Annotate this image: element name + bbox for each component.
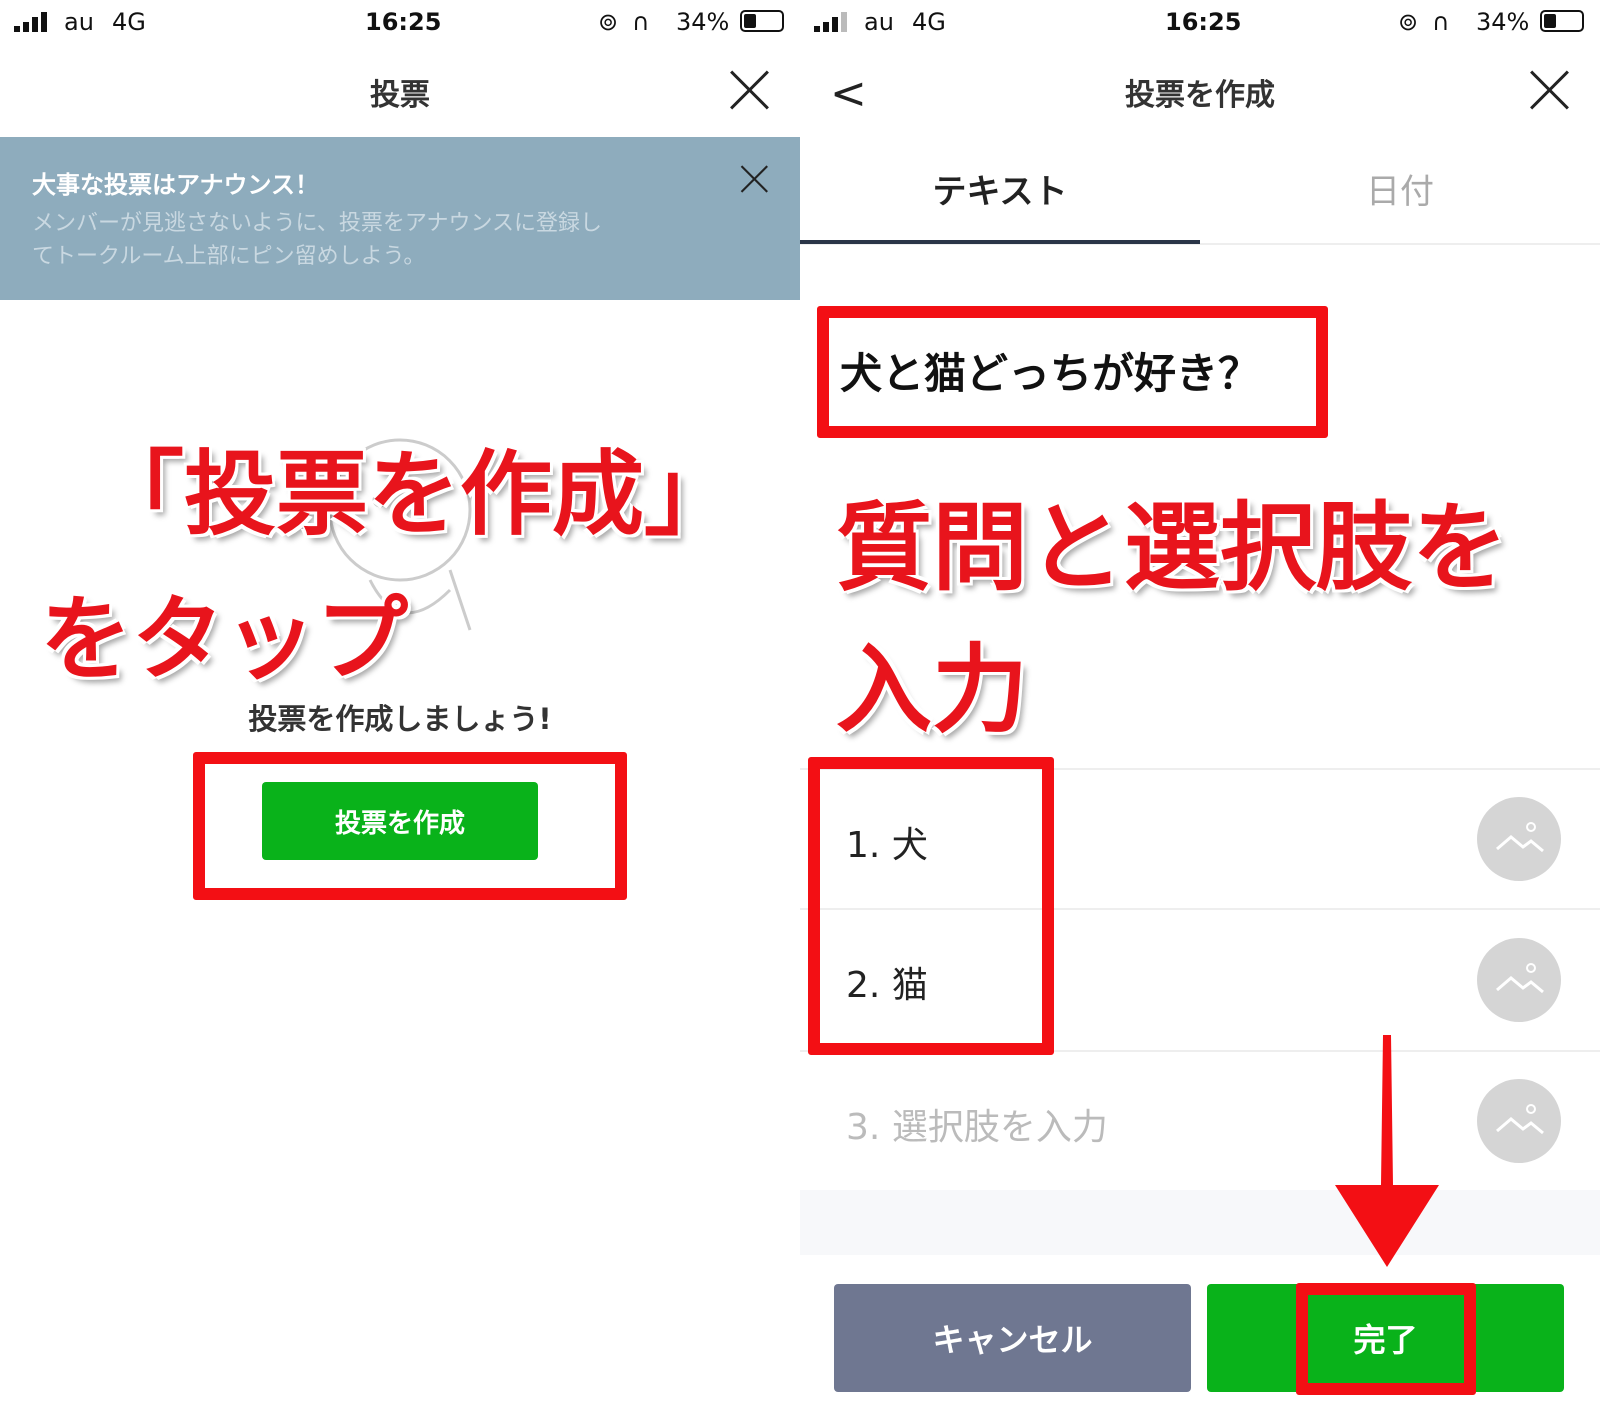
announcement-banner: 大事な投票はアナウンス！ メンバーが見逃さないように、投票をアナウンスに登録して…: [0, 137, 800, 300]
carrier: au: [64, 8, 94, 36]
network: 4G: [912, 8, 946, 36]
tab-date[interactable]: 日付: [1200, 164, 1600, 213]
cancel-button[interactable]: キャンセル: [834, 1284, 1191, 1392]
status-bar: au 4G 16:25 ⊚ ∩ 34%: [0, 0, 800, 45]
signal-icon: [14, 12, 50, 32]
add-image-icon[interactable]: [1477, 1079, 1561, 1163]
empty-message: 投票を作成しましょう!: [248, 702, 552, 736]
signal-icon: [814, 12, 850, 32]
battery-percent: 34%: [1476, 8, 1530, 36]
annotation-enter: 質問と選択肢を: [836, 492, 1508, 604]
add-image-icon[interactable]: [1477, 938, 1561, 1022]
tab-text[interactable]: テキスト: [800, 164, 1200, 213]
active-tab-indicator: [800, 240, 1200, 244]
clock: 16:25: [1165, 8, 1242, 36]
battery-percent: 34%: [676, 8, 730, 36]
highlight-box: [1296, 1283, 1476, 1395]
close-icon[interactable]: [1529, 70, 1569, 110]
network: 4G: [112, 8, 146, 36]
option-3-input[interactable]: 3. 選択肢を入力: [846, 1098, 1108, 1150]
add-image-icon[interactable]: [1477, 797, 1561, 881]
banner-close-icon[interactable]: [740, 165, 768, 193]
battery-icon: [1540, 10, 1584, 32]
page-title: 投票を作成: [1125, 78, 1275, 113]
highlight-box: [808, 757, 1054, 1055]
headphones-icon: ∩: [1432, 8, 1450, 36]
left-screen: au 4G 16:25 ⊚ ∩ 34% 投票 大事な投票はアナウンス！ メンバー…: [0, 0, 800, 1425]
annotation-input: 入力: [836, 634, 1028, 746]
close-icon[interactable]: [729, 70, 769, 110]
status-bar: au 4G 16:25 ⊚ ∩ 34%: [800, 0, 1600, 45]
annotation-tap: をタップ: [40, 586, 409, 693]
carrier: au: [864, 8, 894, 36]
headphones-icon: ∩: [632, 8, 650, 36]
lock-rotation-icon: ⊚: [1398, 8, 1419, 36]
page-title: 投票: [370, 78, 430, 113]
battery-icon: [740, 10, 784, 32]
banner-body: メンバーが見逃さないように、投票をアナウンスに登録し てトークルーム上部にピン留め…: [32, 211, 603, 269]
footer-spacer: [800, 1190, 1600, 1255]
highlight-box: [193, 752, 627, 900]
banner-title: 大事な投票はアナウンス！: [32, 171, 320, 199]
lock-rotation-icon: ⊚: [598, 8, 619, 36]
annotation-tap-create: 「投票を作成」: [92, 441, 737, 548]
highlight-box: [817, 306, 1328, 438]
clock: 16:25: [365, 8, 442, 36]
arrow-down-icon: [1335, 1035, 1439, 1267]
